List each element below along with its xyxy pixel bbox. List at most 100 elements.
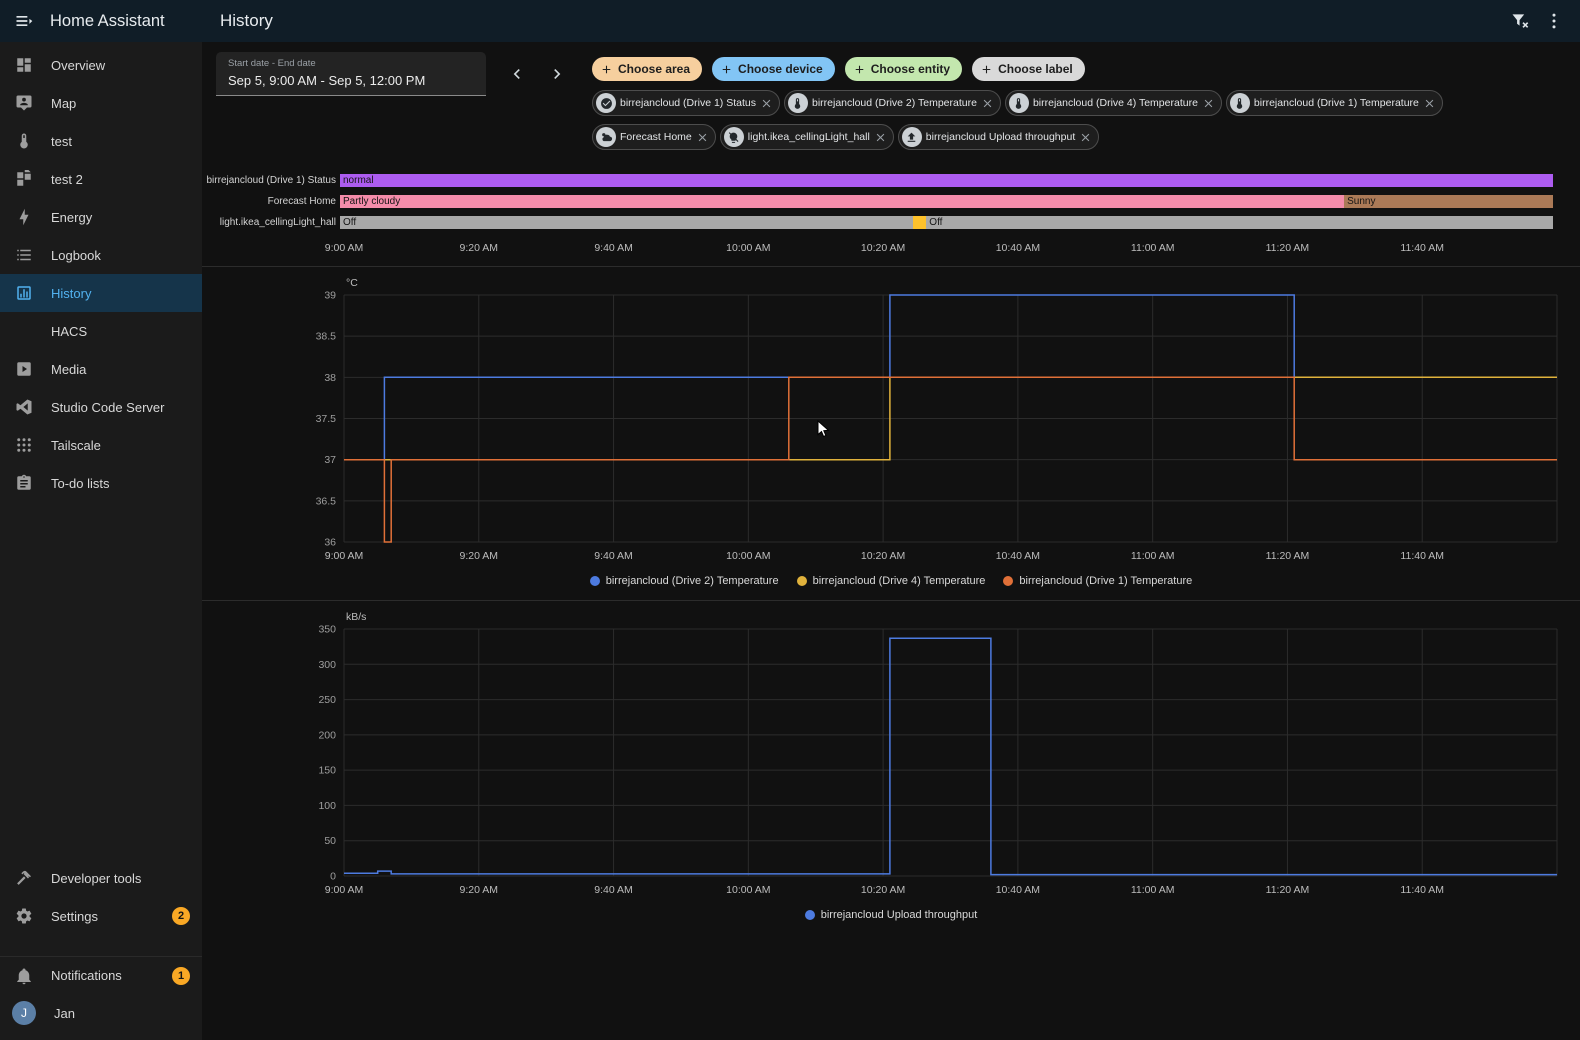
time-tick-label: 11:40 AM bbox=[1400, 242, 1444, 254]
svg-text:10:20 AM: 10:20 AM bbox=[861, 884, 905, 896]
sidebar-item-map[interactable]: Map bbox=[0, 84, 202, 122]
legend-item-birrejancloud-upload-throughput[interactable]: birrejancloud Upload throughput bbox=[804, 909, 977, 921]
throughput-chart[interactable]: 0 50 100 150 200 250 300 350 kB/s 9:00 AM 9:20 AM 9… bbox=[202, 603, 1580, 904]
svg-text:250: 250 bbox=[318, 694, 336, 706]
remove-filter-icon[interactable] bbox=[981, 97, 994, 110]
timeline-segment[interactable]: Off bbox=[340, 216, 913, 229]
choose-area-button[interactable]: Choose area bbox=[592, 57, 703, 81]
remove-filter-icon[interactable] bbox=[696, 131, 709, 144]
choose-device-button[interactable]: Choose device bbox=[712, 57, 835, 81]
plus-icon bbox=[853, 63, 866, 76]
svg-text:°C: °C bbox=[346, 277, 358, 289]
svg-text:11:00 AM: 11:00 AM bbox=[1131, 884, 1175, 896]
chip-label: birrejancloud (Drive 4) Temperature bbox=[1032, 97, 1198, 109]
app-title: Home Assistant bbox=[50, 11, 165, 30]
sidebar-item-overview[interactable]: Overview bbox=[0, 46, 202, 84]
remove-filters-icon[interactable] bbox=[1510, 11, 1530, 31]
overflow-menu-icon[interactable] bbox=[1544, 11, 1564, 31]
temperature-chart[interactable]: 36 36.5 37 37.5 38 38.5 39 °C 9:00 AM 9:20 AM 9:40… bbox=[202, 269, 1580, 570]
filter-chip-light-ikea-cellinglight-hall[interactable]: light.ikea_cellingLight_hall bbox=[719, 124, 894, 150]
sidebar-item-label: test bbox=[51, 133, 72, 149]
filter-chip-birrejancloud-drive-1-status[interactable]: birrejancloud (Drive 1) Status bbox=[592, 90, 780, 116]
menu-icon[interactable] bbox=[14, 11, 34, 31]
sidebar-item-label: Notifications bbox=[51, 968, 122, 983]
sidebar-item-media[interactable]: Media bbox=[0, 350, 202, 388]
timeline-segment-label: Partly cloudy bbox=[343, 196, 401, 207]
sidebar-item-jan[interactable]: J Jan bbox=[0, 994, 202, 1032]
sidebar-item-test-2[interactable]: test 2 bbox=[0, 160, 202, 198]
timeline-segment[interactable]: Sunny bbox=[1344, 195, 1553, 208]
svg-text:38: 38 bbox=[324, 372, 336, 384]
timeline-row-label: birrejancloud (Drive 1) Status bbox=[206, 175, 337, 186]
sidebar-item-label: Media bbox=[51, 361, 87, 377]
sidebar-item-label: Jan bbox=[54, 1005, 75, 1021]
choose-label-button[interactable]: Choose label bbox=[972, 57, 1085, 81]
remove-filter-icon[interactable] bbox=[1079, 131, 1092, 144]
chip-label: birrejancloud (Drive 2) Temperature bbox=[811, 97, 977, 109]
dots-grid-icon bbox=[15, 436, 33, 454]
remove-filter-icon[interactable] bbox=[874, 131, 887, 144]
sidebar-item-label: Logbook bbox=[51, 247, 101, 263]
next-period-button[interactable] bbox=[540, 57, 574, 91]
filter-chip-birrejancloud-upload-throughput[interactable]: birrejancloud Upload throughput bbox=[897, 124, 1100, 150]
settings-badge: 2 bbox=[172, 907, 190, 925]
svg-text:11:20 AM: 11:20 AM bbox=[1266, 884, 1310, 896]
date-range-value: Sep 5, 9:00 AM - Sep 5, 12:00 PM bbox=[228, 73, 426, 88]
legend-item-birrejancloud-drive-1-temperature[interactable]: birrejancloud (Drive 1) Temperature bbox=[1003, 575, 1192, 587]
timeline-track: Off Off bbox=[340, 216, 1553, 229]
svg-text:9:40 AM: 9:40 AM bbox=[594, 550, 633, 562]
page-title: History bbox=[220, 11, 273, 30]
timeline-segment[interactable]: normal bbox=[340, 174, 1553, 187]
filter-chip-birrejancloud-drive-1-temperature[interactable]: birrejancloud (Drive 1) Temperature bbox=[1225, 90, 1443, 116]
time-tick-label: 10:00 AM bbox=[726, 242, 771, 254]
period-nav bbox=[500, 52, 574, 96]
legend-item-birrejancloud-drive-4-temperature[interactable]: birrejancloud (Drive 4) Temperature bbox=[796, 575, 985, 587]
gear-icon bbox=[15, 907, 33, 925]
sidebar-item-label: Developer tools bbox=[51, 870, 142, 886]
timeline-row-label: Forecast Home bbox=[267, 196, 336, 207]
legend-dot bbox=[1003, 576, 1014, 586]
code-icon bbox=[15, 398, 33, 416]
sidebar-item-settings[interactable]: Settings 2 bbox=[0, 897, 202, 935]
svg-text:150: 150 bbox=[318, 765, 336, 777]
remove-filter-icon[interactable] bbox=[1202, 97, 1215, 110]
chip-label: Choose device bbox=[738, 62, 823, 76]
remove-filter-icon[interactable] bbox=[760, 97, 773, 110]
remove-filter-icon[interactable] bbox=[1423, 97, 1436, 110]
timeline-segment-label: Sunny bbox=[1347, 196, 1376, 207]
sidebar-item-studio-code-server[interactable]: Studio Code Server bbox=[0, 388, 202, 426]
sidebar-item-logbook[interactable]: Logbook bbox=[0, 236, 202, 274]
prev-period-button[interactable] bbox=[500, 57, 534, 91]
sidebar-item-tailscale[interactable]: Tailscale bbox=[0, 426, 202, 464]
sidebar-item-history[interactable]: History bbox=[0, 274, 202, 312]
view-grid-icon bbox=[15, 170, 33, 188]
chip-label: Choose area bbox=[618, 62, 691, 76]
timeline-segment[interactable]: Off bbox=[926, 216, 1553, 229]
svg-text:0: 0 bbox=[330, 871, 336, 883]
timeline-row-birrejancloud-drive-1-status: birrejancloud (Drive 1) Status normal bbox=[202, 170, 1580, 191]
chip-label: Forecast Home bbox=[620, 131, 692, 143]
date-range-label: Start date - End date bbox=[228, 58, 316, 69]
date-range-field[interactable]: Start date - End date Sep 5, 9:00 AM - S… bbox=[216, 52, 486, 96]
sidebar-item-energy[interactable]: Energy bbox=[0, 198, 202, 236]
sidebar-item-to-do-lists[interactable]: To-do lists bbox=[0, 464, 202, 502]
filter-chip-birrejancloud-drive-4-temperature[interactable]: birrejancloud (Drive 4) Temperature bbox=[1004, 90, 1222, 116]
sidebar-item-developer-tools[interactable]: Developer tools bbox=[0, 859, 202, 897]
sidebar-item-hacs[interactable]: HACS bbox=[0, 312, 202, 350]
section-divider bbox=[202, 266, 1580, 267]
timeline-segment[interactable] bbox=[912, 216, 927, 229]
svg-text:300: 300 bbox=[318, 659, 336, 671]
filter-chip-birrejancloud-drive-2-temperature[interactable]: birrejancloud (Drive 2) Temperature bbox=[783, 90, 1001, 116]
filter-chip-forecast-home[interactable]: Forecast Home bbox=[592, 124, 716, 150]
notifications-badge: 1 bbox=[172, 966, 190, 985]
sidebar-item-label: Map bbox=[51, 95, 77, 111]
entity-chip-row: birrejancloud (Drive 1) Status birrejancl… bbox=[592, 90, 1570, 150]
timeline-segment[interactable]: Partly cloudy bbox=[340, 195, 1345, 208]
topbar-actions bbox=[1510, 11, 1580, 31]
svg-text:100: 100 bbox=[318, 800, 336, 812]
sidebar-item-notifications[interactable]: Notifications 1 bbox=[0, 956, 202, 994]
legend-item-birrejancloud-drive-2-temperature[interactable]: birrejancloud (Drive 2) Temperature bbox=[589, 575, 779, 587]
sidebar-item-label: Settings bbox=[51, 908, 98, 924]
sidebar-item-test[interactable]: test bbox=[0, 122, 202, 160]
choose-entity-button[interactable]: Choose entity bbox=[844, 57, 963, 81]
